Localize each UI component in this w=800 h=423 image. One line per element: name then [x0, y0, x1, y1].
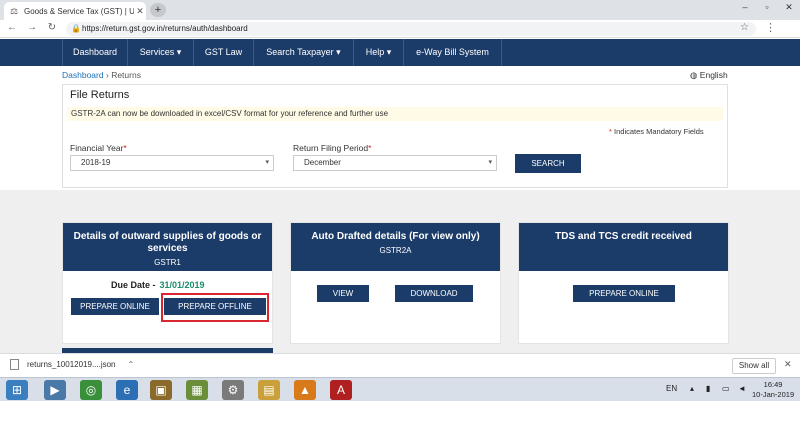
- vlc-icon[interactable]: ▲: [294, 380, 316, 400]
- breadcrumb-separator: ›: [105, 70, 109, 80]
- address-bar: ← → ↻ 🔒 https://return.gst.gov.in/return…: [0, 20, 800, 38]
- chevron-up-icon[interactable]: ⌃: [128, 360, 135, 369]
- tray-arrow-icon[interactable]: ▴: [690, 384, 694, 393]
- browser-tab[interactable]: ⚖ Goods & Service Tax (GST) | User ✕: [4, 2, 146, 20]
- clock-time: 16:49: [763, 380, 783, 389]
- file-returns-card: File Returns GSTR-2A can now be download…: [62, 84, 728, 188]
- breadcrumb-dashboard-link[interactable]: Dashboard: [62, 70, 104, 80]
- tool-icon[interactable]: ⚙: [222, 380, 244, 400]
- gst-favicon-icon: ⚖: [10, 6, 19, 16]
- back-icon[interactable]: ←: [6, 22, 18, 33]
- show-all-button[interactable]: Show all: [732, 358, 776, 374]
- tds-tile-header: TDS and TCS credit received: [519, 223, 728, 271]
- gstr1-tile-header: Details of outward supplies of goods or …: [63, 223, 272, 271]
- clock-date: 10-Jan-2019: [752, 390, 795, 399]
- window-close-icon[interactable]: ✕: [782, 2, 796, 13]
- download-bar: returns_10012019....json ⌃ Show all ✕: [0, 353, 800, 377]
- nav-help[interactable]: Help ▾: [354, 39, 404, 66]
- browser-menu-icon[interactable]: ⋮: [765, 21, 776, 34]
- folder-icon[interactable]: ▤: [258, 380, 280, 400]
- view-button[interactable]: VIEW: [317, 285, 369, 302]
- battery-icon[interactable]: ▭: [722, 384, 730, 393]
- download-bar-close-icon[interactable]: ✕: [784, 359, 792, 370]
- gstr1-code: GSTR1: [154, 258, 181, 267]
- system-clock[interactable]: 16:49 10-Jan-2019: [752, 380, 794, 400]
- financial-year-select[interactable]: 2018-19 ▾: [70, 155, 274, 171]
- downloaded-file-name: returns_10012019....json: [27, 360, 116, 369]
- gstr2a-tile-header: Auto Drafted details (For view only) GST…: [291, 223, 500, 271]
- financial-year-label: Financial Year*: [70, 143, 127, 153]
- volume-icon[interactable]: ◄: [738, 384, 746, 393]
- nav-dashboard[interactable]: Dashboard: [62, 39, 128, 66]
- forward-icon[interactable]: →: [26, 22, 38, 33]
- lock-icon: 🔒: [71, 24, 81, 33]
- browser-tab-strip: ⚖ Goods & Service Tax (GST) | User ✕ + –…: [0, 0, 800, 20]
- nav-gst-law[interactable]: GST Law: [194, 39, 254, 66]
- prepare-online-button[interactable]: PREPARE ONLINE: [71, 298, 159, 315]
- gstr1-title: Details of outward supplies of goods or …: [73, 231, 262, 254]
- notice-banner: GSTR-2A can now be downloaded in excel/C…: [67, 107, 723, 121]
- period-label: Return Filing Period*: [293, 143, 372, 153]
- tab-close-icon[interactable]: ✕: [134, 6, 146, 17]
- reload-icon[interactable]: ↻: [46, 22, 58, 33]
- app-icon[interactable]: ▣: [150, 380, 172, 400]
- breadcrumb: Dashboard › Returns: [62, 70, 141, 80]
- tds-title: TDS and TCS credit received: [555, 231, 692, 242]
- bookmark-star-icon[interactable]: ☆: [740, 22, 749, 33]
- windows-taskbar: ⊞ ▶ ◎ e ▣ ▦ ⚙ ▤ ▲ A EN ▴ ▮ ▭ ◄ 16:49 10-…: [0, 377, 800, 401]
- required-asterisk: *: [609, 127, 612, 136]
- nav-eway-bill[interactable]: e-Way Bill System: [404, 39, 502, 66]
- excel-icon[interactable]: ▦: [186, 380, 208, 400]
- globe-icon: ◍: [690, 70, 698, 80]
- network-icon[interactable]: ▮: [706, 384, 710, 393]
- url-text: https://return.gst.gov.in/returns/auth/d…: [82, 24, 248, 33]
- language-selector[interactable]: ◍ English: [690, 70, 728, 81]
- media-player-icon[interactable]: ▶: [44, 380, 66, 400]
- gstr2a-code: GSTR2A: [379, 246, 412, 255]
- download-button[interactable]: DOWNLOAD: [395, 285, 473, 302]
- url-field[interactable]: 🔒 https://return.gst.gov.in/returns/auth…: [66, 22, 756, 36]
- input-language[interactable]: EN: [666, 384, 677, 393]
- due-date: Due Date -31/01/2019: [111, 280, 205, 290]
- ie-icon[interactable]: e: [116, 380, 138, 400]
- tds-prepare-online-button[interactable]: PREPARE ONLINE: [573, 285, 675, 302]
- nav-search-taxpayer[interactable]: Search Taxpayer ▾: [254, 39, 354, 66]
- due-date-value: 31/01/2019: [159, 280, 205, 290]
- main-nav: Dashboard Services ▾ GST Law Search Taxp…: [0, 39, 800, 66]
- tds-tcs-tile: TDS and TCS credit received PREPARE ONLI…: [518, 222, 729, 344]
- highlight-box: [161, 293, 269, 322]
- search-button[interactable]: SEARCH: [515, 154, 581, 173]
- tab-title: Goods & Service Tax (GST) | User: [24, 6, 134, 16]
- gstr2a-title: Auto Drafted details (For view only): [311, 231, 480, 242]
- new-tab-button[interactable]: +: [150, 3, 166, 17]
- mandatory-note: * Indicates Mandatory Fields: [609, 127, 704, 136]
- minimize-icon[interactable]: –: [738, 2, 752, 12]
- maximize-icon[interactable]: ▫: [760, 2, 774, 12]
- chrome-icon[interactable]: ◎: [80, 380, 102, 400]
- start-icon[interactable]: ⊞: [6, 380, 28, 400]
- downloaded-file-item[interactable]: returns_10012019....json ⌃: [10, 359, 134, 370]
- bottom-margin: [0, 401, 800, 423]
- page-title: File Returns: [70, 89, 130, 101]
- gstr2a-tile: Auto Drafted details (For view only) GST…: [290, 222, 501, 344]
- file-icon: [10, 359, 19, 370]
- chevron-down-icon: ▾: [265, 159, 269, 166]
- period-select[interactable]: December ▾: [293, 155, 497, 171]
- chevron-down-icon: ▾: [488, 159, 492, 166]
- pdf-icon[interactable]: A: [330, 380, 352, 400]
- nav-services[interactable]: Services ▾: [128, 39, 194, 66]
- language-label: English: [699, 70, 728, 80]
- gstr1-tile: Details of outward supplies of goods or …: [62, 222, 273, 344]
- breadcrumb-current: Returns: [111, 70, 141, 80]
